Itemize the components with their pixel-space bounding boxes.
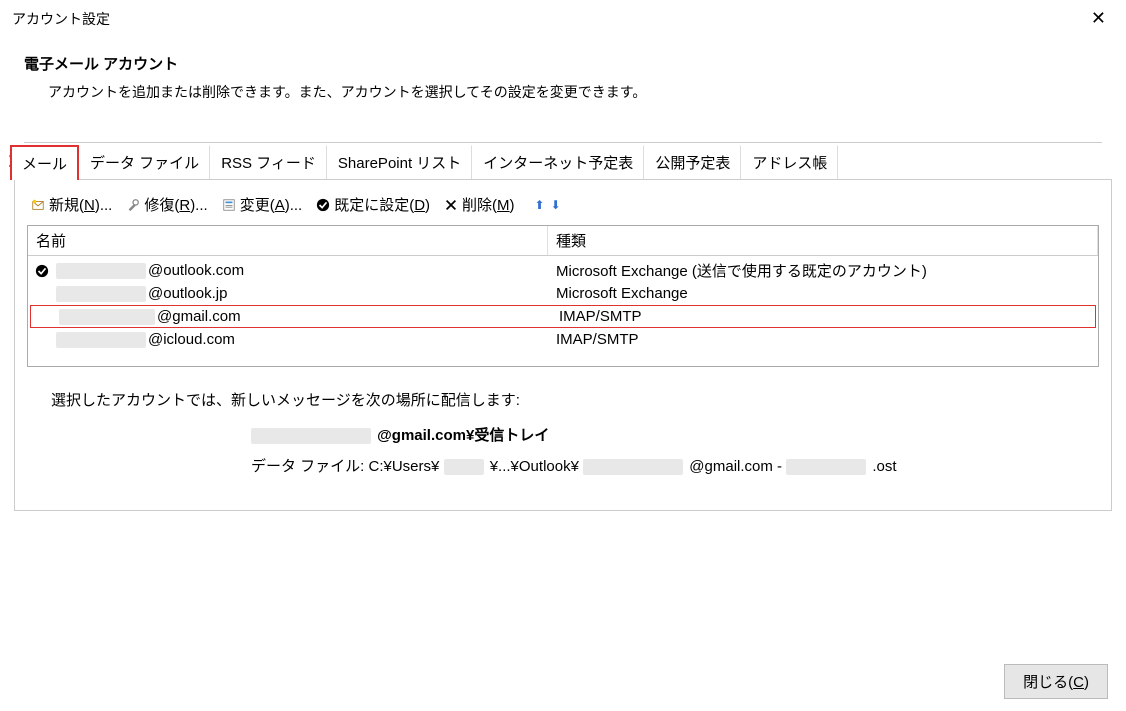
table-row[interactable]: @gmail.com IMAP/SMTP <box>30 305 1096 328</box>
redacted-block <box>583 459 683 475</box>
account-type: Microsoft Exchange (送信で使用する既定のアカウント) <box>548 260 1098 281</box>
move-up-icon[interactable]: ⬆ <box>535 198 545 212</box>
new-button[interactable]: 新規(N)... <box>31 194 112 215</box>
tab-mail[interactable]: メール <box>10 145 79 180</box>
tab-sharepoint[interactable]: SharePoint リスト <box>327 145 472 180</box>
toolbar: 新規(N)... 修復(R)... 変更(A)... 既定に設定(D) 削除(M… <box>27 194 1099 225</box>
divider <box>24 142 1102 143</box>
tab-strip: メール データ ファイル RSS フィード SharePoint リスト インタ… <box>0 145 1126 180</box>
table-row[interactable]: @outlook.com Microsoft Exchange (送信で使用する… <box>28 258 1098 283</box>
redacted-block <box>56 286 146 302</box>
repair-button[interactable]: 修復(R)... <box>126 194 207 215</box>
move-down-icon[interactable]: ⬇ <box>551 198 561 212</box>
tab-datafiles[interactable]: データ ファイル <box>79 145 210 180</box>
delete-button[interactable]: 削除(M) <box>444 194 515 215</box>
datafile-path: データ ファイル: C:¥Users¥ ¥...¥Outlook¥ @gmail… <box>51 455 1075 476</box>
default-check-icon <box>35 264 49 278</box>
tab-internetcal[interactable]: インターネット予定表 <box>472 145 644 180</box>
accounts-table: 名前 種類 @outlook.com Microsoft Exchange (送… <box>27 225 1099 367</box>
account-name: @outlook.com <box>148 262 244 279</box>
window-title: アカウント設定 <box>12 9 110 29</box>
table-row[interactable]: @outlook.jp Microsoft Exchange <box>28 283 1098 304</box>
redacted-block <box>251 428 371 444</box>
new-icon <box>31 198 45 212</box>
redacted-block <box>59 309 155 325</box>
account-type: IMAP/SMTP <box>551 308 1095 325</box>
tab-pubcal[interactable]: 公開予定表 <box>644 145 741 180</box>
delete-icon <box>444 198 458 212</box>
table-header: 名前 種類 <box>28 226 1098 256</box>
table-body: @outlook.com Microsoft Exchange (送信で使用する… <box>28 256 1098 366</box>
account-name: @icloud.com <box>148 331 235 348</box>
table-row[interactable]: @icloud.com IMAP/SMTP <box>28 329 1098 350</box>
setdefault-button[interactable]: 既定に設定(D) <box>316 194 430 215</box>
redacted-block <box>56 332 146 348</box>
footer: 閉じる(C) <box>1004 664 1108 699</box>
header-title: 電子メール アカウント <box>24 53 1102 74</box>
account-type: Microsoft Exchange <box>548 285 1098 302</box>
tab-panel-mail: 新規(N)... 修復(R)... 変更(A)... 既定に設定(D) 削除(M… <box>14 179 1112 511</box>
account-type: IMAP/SMTP <box>548 331 1098 348</box>
change-button[interactable]: 変更(A)... <box>222 194 303 215</box>
close-button[interactable]: 閉じる(C) <box>1004 664 1108 699</box>
delivery-folder: @gmail.com¥受信トレイ <box>51 424 1075 445</box>
delivery-section: 選択したアカウントでは、新しいメッセージを次の場所に配信します: @gmail.… <box>27 367 1099 486</box>
header-section: 電子メール アカウント アカウントを追加または削除できます。また、アカウントを選… <box>0 33 1126 112</box>
account-name: @gmail.com <box>157 308 241 325</box>
col-header-type[interactable]: 種類 <box>548 226 1098 255</box>
close-icon[interactable]: ✕ <box>1083 8 1114 29</box>
titlebar: アカウント設定 ✕ <box>0 0 1126 33</box>
redacted-block <box>444 459 484 475</box>
repair-icon <box>126 198 140 212</box>
tab-rss[interactable]: RSS フィード <box>210 145 327 180</box>
delivery-label: 選択したアカウントでは、新しいメッセージを次の場所に配信します: <box>51 389 1075 410</box>
change-icon <box>222 198 236 212</box>
account-name: @outlook.jp <box>148 285 227 302</box>
header-subtitle: アカウントを追加または削除できます。また、アカウントを選択してその設定を変更でき… <box>24 82 1102 102</box>
redacted-block <box>56 263 146 279</box>
checkmark-icon <box>316 198 330 212</box>
tab-address[interactable]: アドレス帳 <box>741 145 838 180</box>
redacted-block <box>786 459 866 475</box>
col-header-name[interactable]: 名前 <box>28 226 548 255</box>
